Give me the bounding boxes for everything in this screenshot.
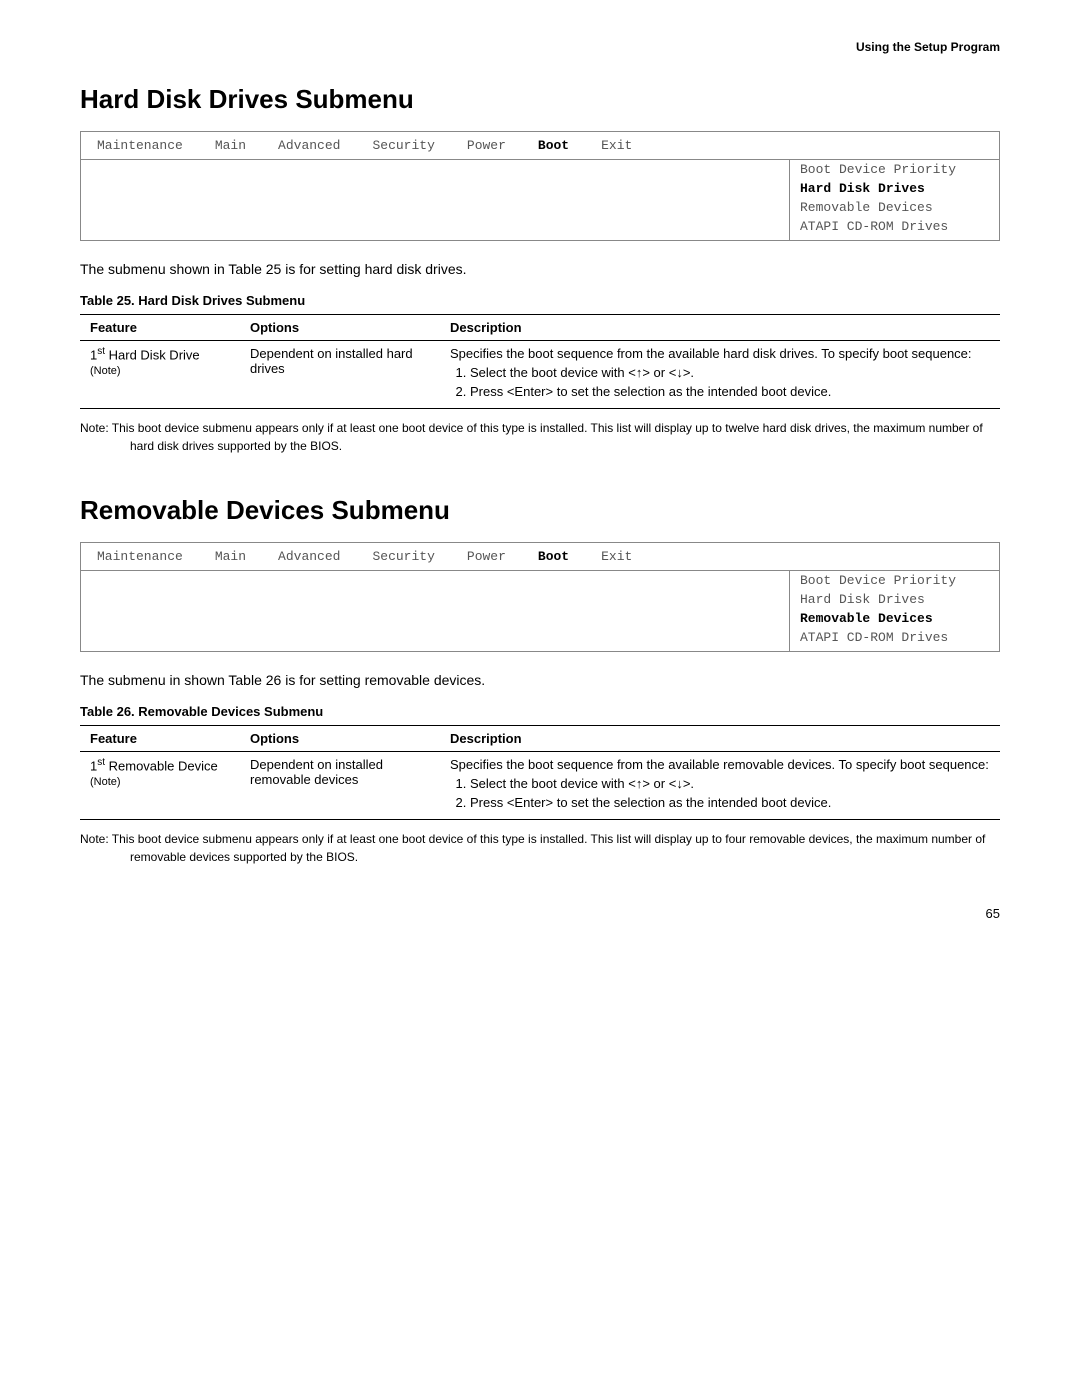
bios-item-hard-disk-drives-2: Hard Disk Drives <box>790 590 999 609</box>
section2-table: Feature Options Description 1st Removabl… <box>80 725 1000 820</box>
section1-title: Hard Disk Drives Submenu <box>80 84 1000 115</box>
bios-menu-maintenance-1: Maintenance <box>81 136 199 155</box>
bios-menu-advanced-2: Advanced <box>262 547 356 566</box>
bios-item-atapi-cdrom-2: ATAPI CD-ROM Drives <box>790 628 999 647</box>
section-hard-disk-drives: Hard Disk Drives Submenu Maintenance Mai… <box>80 84 1000 455</box>
bios-menu-exit-1: Exit <box>585 136 648 155</box>
bios-body-2: Boot Device Priority Hard Disk Drives Re… <box>81 571 999 651</box>
bios-menu-power-1: Power <box>451 136 522 155</box>
col-header-feature-2: Feature <box>80 726 240 752</box>
bios-item-removable-devices-1: Removable Devices <box>790 198 999 217</box>
bios-menu-maintenance-2: Maintenance <box>81 547 199 566</box>
bios-menu-security-2: Security <box>356 547 450 566</box>
section1-table: Feature Options Description 1st Hard Dis… <box>80 314 1000 409</box>
list-item: Press <Enter> to set the selection as th… <box>470 795 990 810</box>
list-item: Press <Enter> to set the selection as th… <box>470 384 990 399</box>
list-item: Select the boot device with <↑> or <↓>. <box>470 365 990 380</box>
section2-intro: The submenu in shown Table 26 is for set… <box>80 672 1000 688</box>
cell-feature-1: 1st Hard Disk Drive (Note) <box>80 341 240 409</box>
col-header-options-1: Options <box>240 315 440 341</box>
cell-feature-2: 1st Removable Device (Note) <box>80 752 240 820</box>
section1-table-title: Table 25. Hard Disk Drives Submenu <box>80 293 1000 308</box>
bios-menu-boot-2: Boot <box>522 547 585 566</box>
page-header: Using the Setup Program <box>80 40 1000 54</box>
bios-display-2: Maintenance Main Advanced Security Power… <box>80 542 1000 652</box>
section1-note: Note: This boot device submenu appears o… <box>80 419 1000 455</box>
bios-menu-boot-1: Boot <box>522 136 585 155</box>
table-row: 1st Removable Device (Note) Dependent on… <box>80 752 1000 820</box>
bios-item-removable-devices-2: Removable Devices <box>790 609 999 628</box>
bios-body-left-2 <box>81 571 789 651</box>
bios-menu-exit-2: Exit <box>585 547 648 566</box>
bios-menu-security-1: Security <box>356 136 450 155</box>
cell-options-1: Dependent on installed hard drives <box>240 341 440 409</box>
bios-item-hard-disk-drives-1: Hard Disk Drives <box>790 179 999 198</box>
bios-item-boot-device-priority-2: Boot Device Priority <box>790 571 999 590</box>
bios-menu-main-1: Main <box>199 136 262 155</box>
cell-options-2: Dependent on installed removable devices <box>240 752 440 820</box>
section1-intro: The submenu shown in Table 25 is for set… <box>80 261 1000 277</box>
bios-display-1: Maintenance Main Advanced Security Power… <box>80 131 1000 241</box>
bios-submenu-1: Boot Device Priority Hard Disk Drives Re… <box>789 160 999 240</box>
note-label-1: Note: This boot device submenu appears o… <box>80 421 983 453</box>
bios-item-boot-device-priority-1: Boot Device Priority <box>790 160 999 179</box>
section-removable-devices: Removable Devices Submenu Maintenance Ma… <box>80 495 1000 866</box>
col-header-description-1: Description <box>440 315 1000 341</box>
cell-description-1: Specifies the boot sequence from the ava… <box>440 341 1000 409</box>
bios-topbar-1: Maintenance Main Advanced Security Power… <box>81 132 999 160</box>
col-header-options-2: Options <box>240 726 440 752</box>
list-item: Select the boot device with <↑> or <↓>. <box>470 776 990 791</box>
bios-topbar-2: Maintenance Main Advanced Security Power… <box>81 543 999 571</box>
bios-menu-main-2: Main <box>199 547 262 566</box>
section2-table-title: Table 26. Removable Devices Submenu <box>80 704 1000 719</box>
bios-menu-advanced-1: Advanced <box>262 136 356 155</box>
col-header-description-2: Description <box>440 726 1000 752</box>
note-label-2: Note: This boot device submenu appears o… <box>80 832 985 864</box>
table-row: 1st Hard Disk Drive (Note) Dependent on … <box>80 341 1000 409</box>
page-number: 65 <box>80 906 1000 921</box>
cell-description-2: Specifies the boot sequence from the ava… <box>440 752 1000 820</box>
bios-menu-power-2: Power <box>451 547 522 566</box>
bios-item-atapi-cdrom-1: ATAPI CD-ROM Drives <box>790 217 999 236</box>
bios-submenu-2: Boot Device Priority Hard Disk Drives Re… <box>789 571 999 651</box>
col-header-feature-1: Feature <box>80 315 240 341</box>
bios-body-left-1 <box>81 160 789 240</box>
section2-note: Note: This boot device submenu appears o… <box>80 830 1000 866</box>
bios-body-1: Boot Device Priority Hard Disk Drives Re… <box>81 160 999 240</box>
section2-title: Removable Devices Submenu <box>80 495 1000 526</box>
